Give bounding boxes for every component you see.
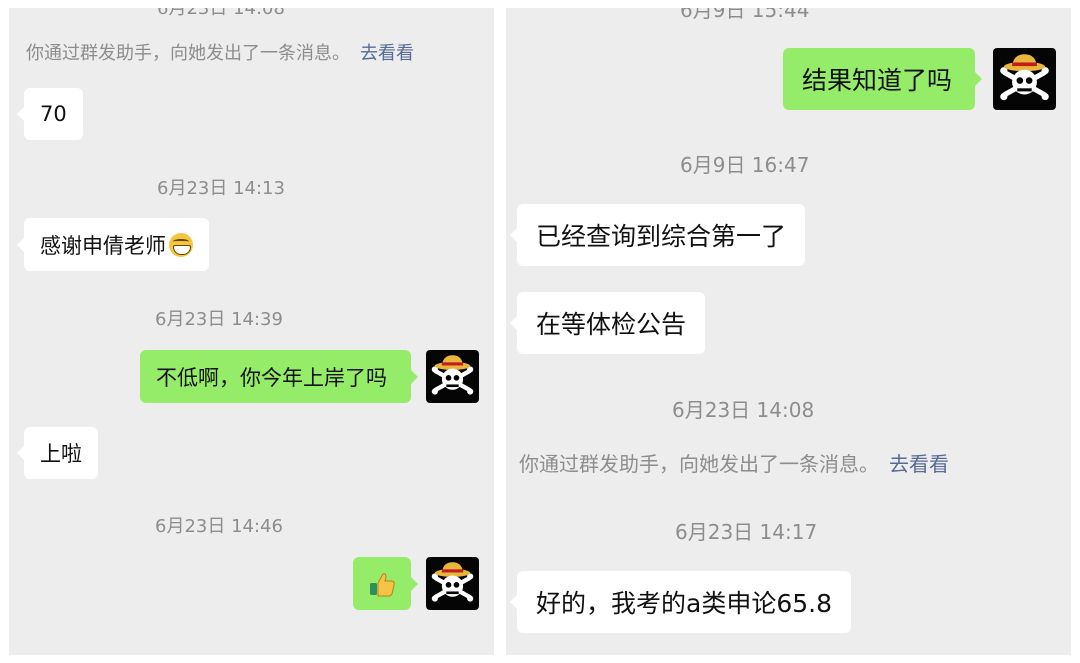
message-bubble-sent[interactable]: 结果知道了吗: [783, 48, 982, 110]
message-text: 70: [40, 102, 67, 126]
message-text: 好的，我考的a类申论65.8: [536, 589, 832, 618]
message-bubble-received[interactable]: 在等体检公告: [509, 292, 706, 354]
system-note: 你通过群发助手，向她发出了一条消息。 去看看: [519, 448, 949, 477]
timestamp: 6月9日 16:47: [680, 153, 810, 177]
message-bubble-received[interactable]: 好的，我考的a类申论65.8: [510, 571, 851, 633]
system-note: 你通过群发助手，向她发出了一条消息。 去看看: [26, 39, 414, 65]
system-note-text: 你通过群发助手，向她发出了一条消息。: [26, 43, 350, 64]
jolly-roger-straw-hat-icon[interactable]: [426, 557, 479, 610]
thumbs-up-emoji-icon: [370, 572, 395, 596]
system-note-text: 你通过群发助手，向她发出了一条消息。: [519, 452, 879, 476]
message-text: 感谢申倩老师: [40, 233, 166, 258]
timestamp: 6月23日 14:13: [157, 178, 285, 199]
jolly-roger-straw-hat-icon[interactable]: [426, 350, 479, 403]
message-text: 在等体检公告: [536, 310, 687, 339]
timestamp: 6月23日 14:17: [675, 520, 818, 544]
message-bubble-received[interactable]: 上啦: [17, 427, 98, 479]
message-bubble-received[interactable]: 70: [17, 88, 83, 140]
message-text: 上啦: [40, 442, 82, 466]
message-text: 已经查询到综合第一了: [536, 222, 787, 251]
timestamp: 6月23日 14:46: [155, 516, 283, 537]
message-bubble-sent[interactable]: 不低啊，你今年上岸了吗: [140, 350, 418, 403]
message-bubble-received[interactable]: 已经查询到综合第一了: [509, 204, 806, 266]
view-link[interactable]: 去看看: [889, 452, 949, 476]
jolly-roger-straw-hat-icon[interactable]: [993, 48, 1056, 110]
message-bubble-received[interactable]: 感谢申倩老师: [17, 218, 209, 271]
message-bubble-sent[interactable]: [353, 557, 418, 610]
timestamp: 6月23日 14:39: [155, 309, 283, 330]
timestamp: 6月23日 14:08: [157, 8, 285, 19]
chat-panel-right[interactable]: 6月9日 15:44 结果知道了吗 6月9日 16:47 已经查询到综合第一了 …: [506, 8, 1071, 655]
view-link[interactable]: 去看看: [360, 43, 414, 64]
timestamp: 6月23日 14:08: [672, 398, 815, 422]
timestamp: 6月9日 15:44: [680, 8, 810, 22]
message-text: 不低啊，你今年上岸了吗: [156, 365, 387, 390]
chat-panel-left[interactable]: 6月23日 14:08 你通过群发助手，向她发出了一条消息。 去看看 70 6月2…: [9, 8, 494, 655]
grinning-face-emoji-icon: [169, 232, 193, 257]
message-text: 结果知道了吗: [802, 66, 953, 95]
